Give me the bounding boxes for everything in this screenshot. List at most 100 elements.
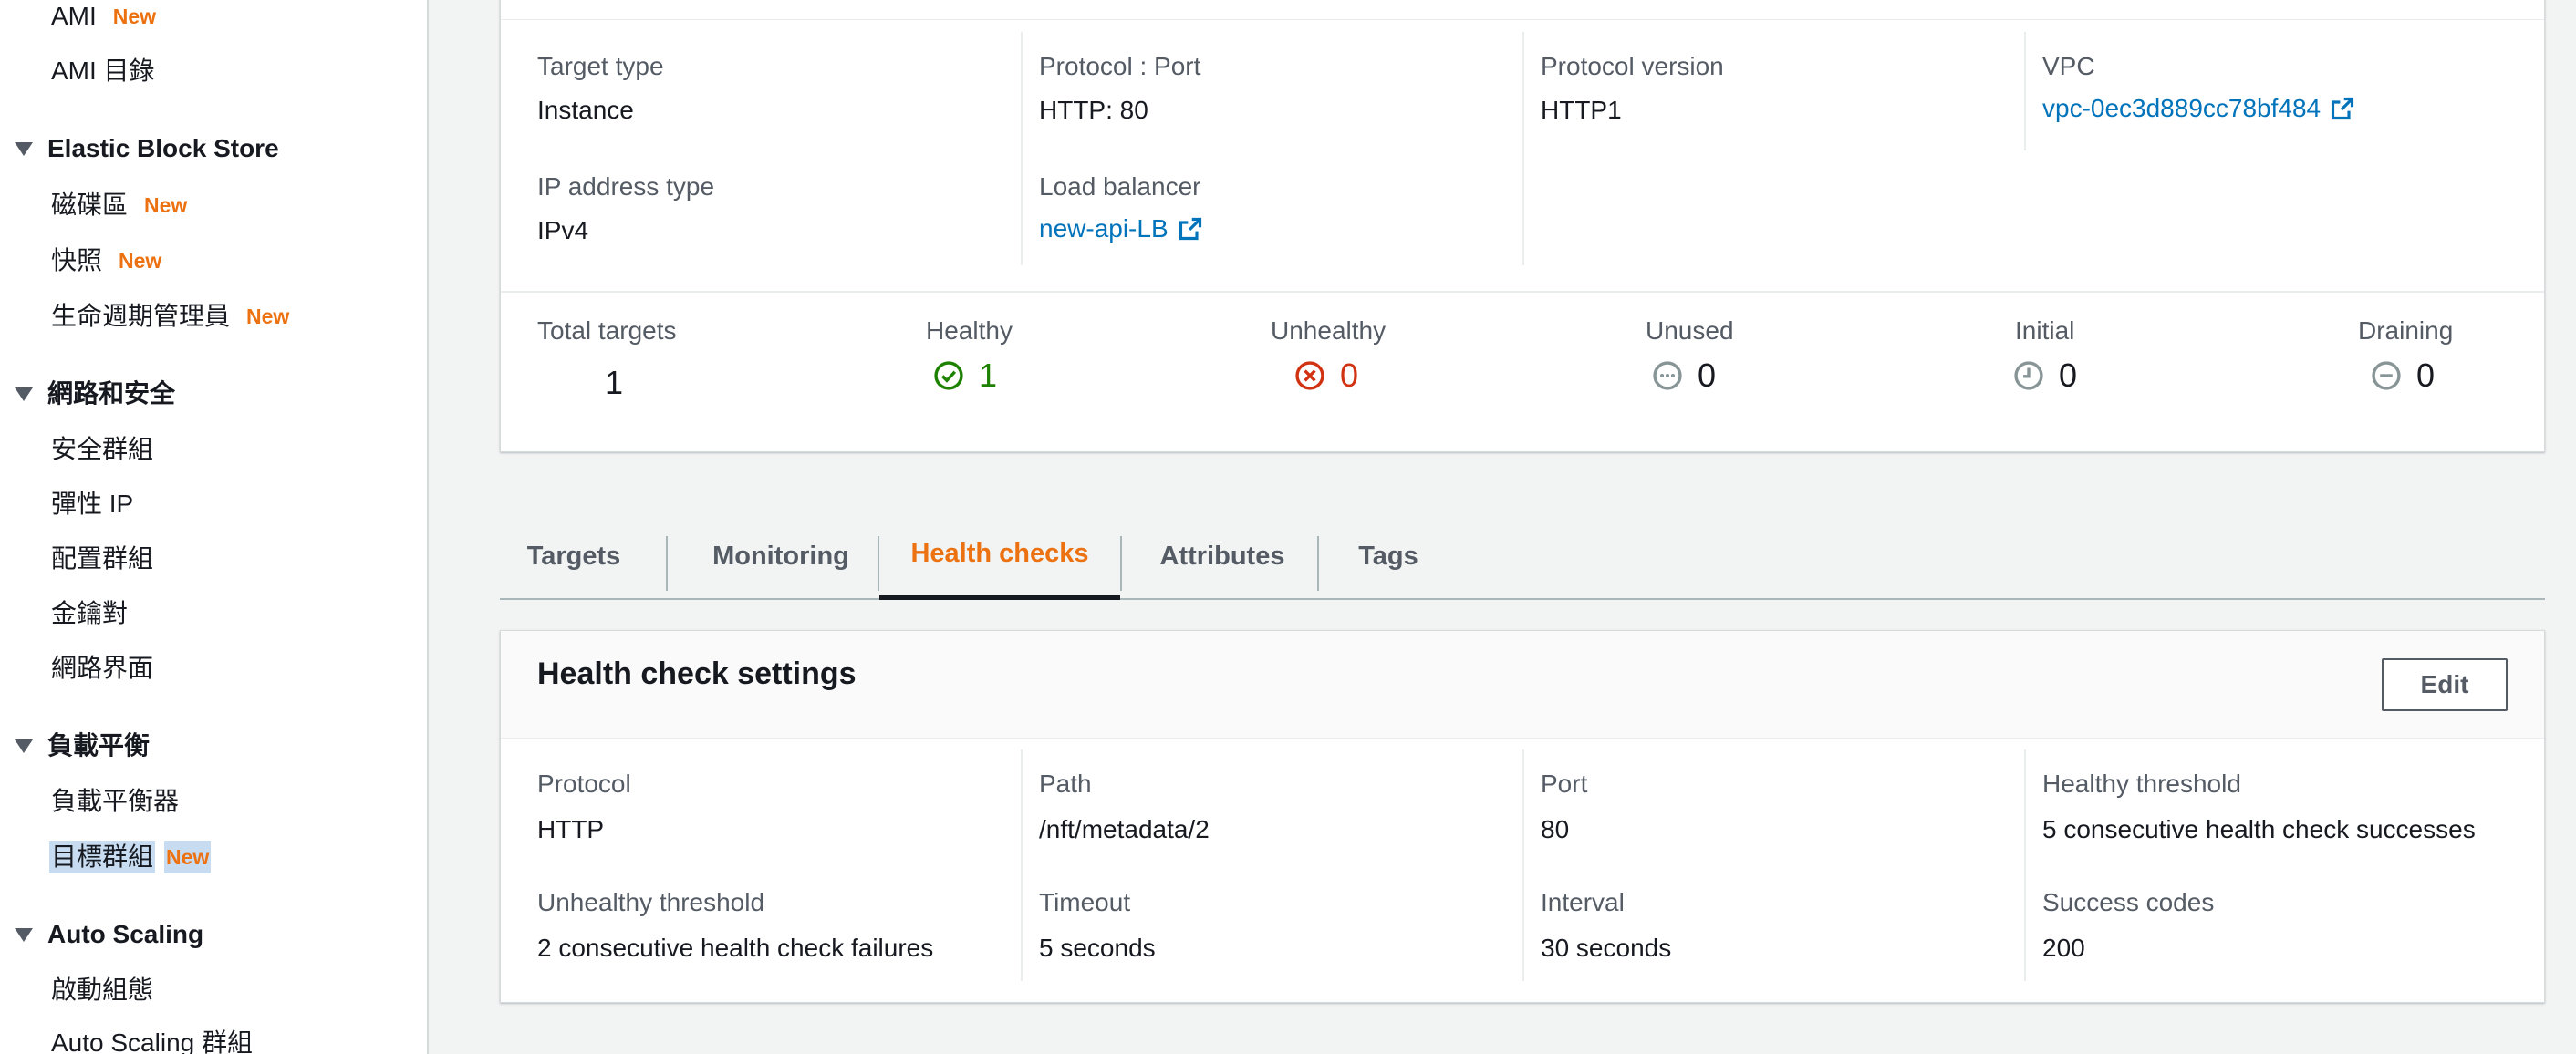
sidebar-item-elastic-ip[interactable]: 彈性 IP xyxy=(49,488,135,521)
draining-value: 0 xyxy=(2416,356,2436,394)
sidebar-item-target-groups[interactable]: 目標群組 New xyxy=(49,841,212,873)
new-badge: New xyxy=(144,193,188,217)
sidebar-item-ami-catalog[interactable]: AMI 目錄 xyxy=(49,55,157,88)
check-circle-icon xyxy=(934,361,963,390)
initial-label: Initial xyxy=(2015,316,2075,345)
tab-separator xyxy=(1120,536,1122,591)
tab-monitoring[interactable]: Monitoring xyxy=(690,512,872,600)
unused-count[interactable]: 0 xyxy=(1652,356,1716,395)
protocol-value: HTTP xyxy=(537,815,605,843)
ellipsis-circle-icon xyxy=(1653,361,1682,390)
load-balancer-label: Load balancer xyxy=(1039,172,1201,201)
healthy-threshold-value: 5 consecutive health check successes xyxy=(2042,815,2476,843)
unhealthy-threshold-value: 2 consecutive health check failures xyxy=(537,934,934,962)
draining-count[interactable]: 0 xyxy=(2371,356,2435,395)
unhealthy-count[interactable]: 0 xyxy=(1294,356,1358,395)
edit-button[interactable]: Edit xyxy=(2382,658,2508,711)
tab-health-checks[interactable]: Health checks xyxy=(879,512,1120,600)
caret-down-icon xyxy=(15,141,33,156)
sidebar-item-label: 生命週期管理員 xyxy=(51,302,231,330)
ip-address-type-value: IPv4 xyxy=(537,216,589,244)
panel-header: Health check settings Edit xyxy=(501,631,2544,739)
tab-targets[interactable]: Targets xyxy=(516,512,631,600)
minus-circle-icon xyxy=(2372,361,2401,390)
external-link-icon xyxy=(2332,97,2354,120)
healthy-label: Healthy xyxy=(926,316,1013,345)
section-label: Elastic Block Store xyxy=(47,134,279,162)
success-codes-value: 200 xyxy=(2042,934,2085,962)
sidebar-item-snapshots[interactable]: 快照 New xyxy=(49,244,163,277)
sidebar-item-label: 磁碟區 xyxy=(51,191,129,219)
vpc-link-text: vpc-0ec3d889cc78bf484 xyxy=(2042,94,2322,122)
column-divider xyxy=(1522,32,1524,265)
port-label: Port xyxy=(1541,770,1588,798)
sidebar-item-label: AMI xyxy=(51,2,97,30)
sidebar-item-label: 啟動組態 xyxy=(51,976,154,1004)
new-badge: New xyxy=(246,305,290,328)
section-label: 負載平衡 xyxy=(47,731,151,760)
port-value: 80 xyxy=(1541,815,1570,843)
divider xyxy=(501,291,2544,293)
timeout-value: 5 seconds xyxy=(1039,934,1156,962)
sidebar-item-label: 金鑰對 xyxy=(51,599,129,627)
caret-down-icon xyxy=(15,387,33,401)
interval-value: 30 seconds xyxy=(1541,934,1672,962)
new-badge: New xyxy=(119,249,162,273)
ip-address-type-label: IP address type xyxy=(537,172,715,201)
unused-value: 0 xyxy=(1698,356,1717,394)
sidebar-item-label: AMI 目錄 xyxy=(51,57,155,85)
sidebar-section-auto-scaling[interactable]: Auto Scaling xyxy=(15,918,203,951)
tab-attributes[interactable]: Attributes xyxy=(1135,512,1310,600)
sidebar-item-auto-scaling-groups[interactable]: Auto Scaling 群組 xyxy=(49,1027,254,1054)
initial-count[interactable]: 0 xyxy=(2013,356,2077,395)
sidebar-section-ebs[interactable]: Elastic Block Store xyxy=(15,132,279,165)
sidebar-section-load-balancing[interactable]: 負載平衡 xyxy=(15,729,150,762)
unused-label: Unused xyxy=(1646,316,1734,345)
section-label: Auto Scaling xyxy=(47,920,204,948)
caret-down-icon xyxy=(15,927,33,942)
protocol-version-label: Protocol version xyxy=(1541,52,1724,80)
new-badge: New xyxy=(164,841,212,873)
healthy-value: 1 xyxy=(979,356,998,394)
divider xyxy=(501,19,2544,20)
draining-label: Draining xyxy=(2358,316,2454,345)
protocol-label: Protocol xyxy=(537,770,631,798)
tab-separator xyxy=(1317,536,1319,591)
unhealthy-value: 0 xyxy=(1340,356,1359,394)
sidebar-item-label: 安全群組 xyxy=(51,435,154,463)
sidebar-item-launch-configurations[interactable]: 啟動組態 xyxy=(49,974,155,1007)
sidebar: AMI New AMI 目錄 Elastic Block Store 磁碟區 N… xyxy=(0,0,429,1054)
total-targets-label: Total targets xyxy=(537,316,677,345)
tab-bar: Targets Monitoring Health checks Attribu… xyxy=(500,512,2545,600)
column-divider xyxy=(1021,749,1023,981)
unhealthy-threshold-label: Unhealthy threshold xyxy=(537,888,765,916)
section-label: 網路和安全 xyxy=(47,379,176,408)
x-circle-icon xyxy=(1295,361,1324,390)
vpc-link[interactable]: vpc-0ec3d889cc78bf484 xyxy=(2042,94,2355,123)
sidebar-item-security-groups[interactable]: 安全群組 xyxy=(49,433,155,466)
vpc-label: VPC xyxy=(2042,52,2095,80)
protocol-port-value: HTTP: 80 xyxy=(1039,96,1148,124)
healthy-count[interactable]: 1 xyxy=(933,356,997,395)
sidebar-item-lifecycle-manager[interactable]: 生命週期管理員 New xyxy=(49,300,291,333)
success-codes-label: Success codes xyxy=(2042,888,2215,916)
sidebar-item-load-balancers[interactable]: 負載平衡器 xyxy=(49,785,181,818)
sidebar-item-placement-groups[interactable]: 配置群組 xyxy=(49,542,155,575)
total-targets-count: 1 xyxy=(605,364,623,402)
sidebar-section-network-security[interactable]: 網路和安全 xyxy=(15,377,175,410)
sidebar-item-label: 網路界面 xyxy=(51,654,154,682)
target-type-label: Target type xyxy=(537,52,664,80)
load-balancer-link[interactable]: new-api-LB xyxy=(1039,214,1203,243)
tab-tags[interactable]: Tags xyxy=(1334,512,1443,600)
sidebar-item-volumes[interactable]: 磁碟區 New xyxy=(49,189,189,222)
sidebar-item-label: 彈性 IP xyxy=(51,490,134,518)
total-targets-value: 1 xyxy=(605,364,624,401)
sidebar-item-network-interfaces[interactable]: 網路界面 xyxy=(49,652,155,685)
health-check-settings-panel: Health check settings Edit Protocol HTTP… xyxy=(500,630,2545,1003)
sidebar-item-key-pairs[interactable]: 金鑰對 xyxy=(49,597,130,630)
tab-separator xyxy=(666,536,668,591)
new-badge: New xyxy=(112,5,157,28)
sidebar-item-label: 快照 xyxy=(51,246,103,274)
sidebar-item-ami[interactable]: AMI New xyxy=(49,0,158,33)
column-divider xyxy=(2024,749,2026,981)
